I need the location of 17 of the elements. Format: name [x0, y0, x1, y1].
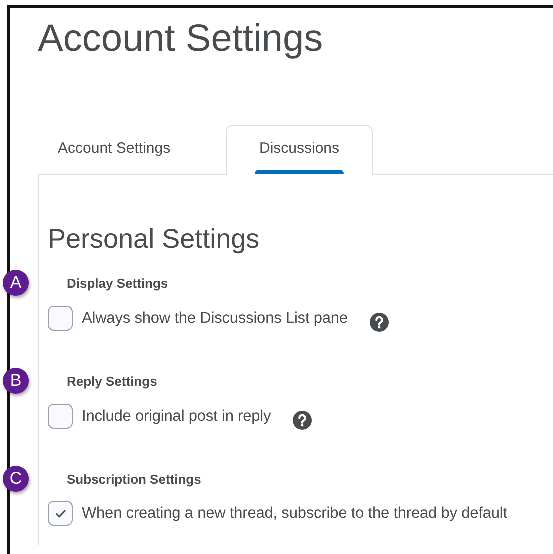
group-heading: Subscription Settings	[67, 472, 202, 486]
option-label: Include original post in reply	[82, 408, 272, 426]
checkbox[interactable]	[48, 404, 73, 429]
section-title: Personal Settings	[48, 223, 261, 256]
help-icon[interactable]	[370, 313, 389, 332]
help-icon[interactable]	[293, 411, 312, 430]
option-label: Always show the Discussions List pane	[82, 310, 348, 328]
group-heading: Reply Settings	[67, 374, 158, 388]
step-badge: B	[3, 368, 29, 394]
checkbox[interactable]	[48, 306, 73, 331]
step-badge: A	[3, 270, 29, 296]
checkbox[interactable]	[48, 501, 73, 526]
step-badge: C	[3, 466, 29, 492]
option-label: When creating a new thread, subscribe to the thread by default	[82, 504, 508, 522]
tab[interactable]: Discussions	[226, 125, 373, 175]
page-title: Account Settings	[38, 17, 324, 62]
group-heading: Display Settings	[67, 276, 168, 290]
